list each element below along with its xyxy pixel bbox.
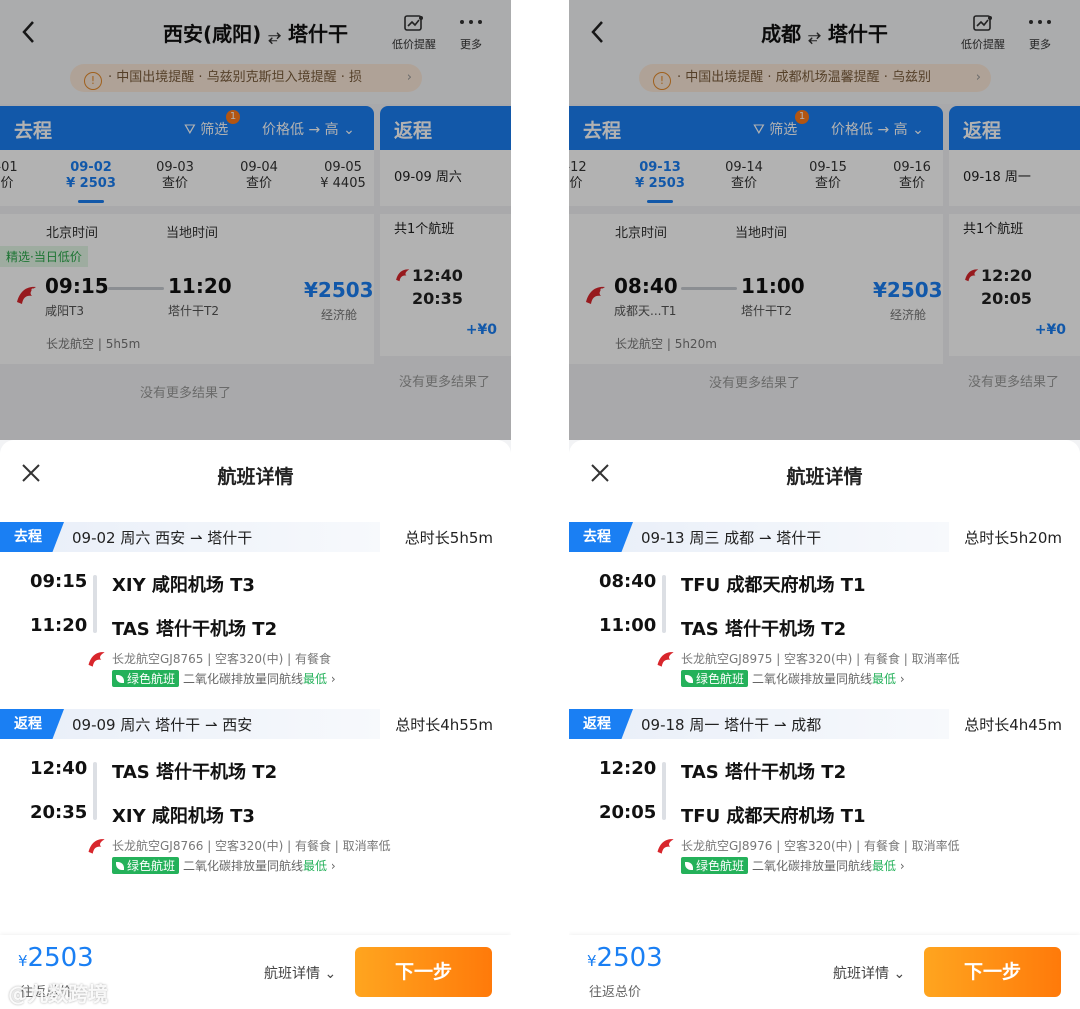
chevron-down-icon: ⌄ <box>324 966 337 982</box>
green-flight-text: 二氧化碳排放量同航线 <box>183 859 304 873</box>
outbound-dep-time: 08:40 <box>599 571 657 592</box>
flight-detail-label: 航班详情 <box>264 966 320 982</box>
modal-overlay[interactable] <box>569 0 1080 440</box>
outbound-total-duration: 总时长5h5m <box>404 529 493 547</box>
green-flight-low: 最低 <box>872 859 897 873</box>
return-dep-airport: TAS 塔什干机场 T2 <box>681 762 847 783</box>
return-segment-info: 09-09 周六 塔什干 ⇀ 西安 <box>72 716 253 734</box>
sheet-title: 航班详情 <box>786 466 863 488</box>
outbound-segment-header: 去程 09-13 周三 成都 ⇀ 塔什干 总时长5h20m <box>569 522 1080 552</box>
modal-overlay[interactable] <box>0 0 511 440</box>
segment-line <box>93 575 97 633</box>
leaf-icon <box>116 862 124 870</box>
outbound-arr-airport: TAS 塔什干机场 T2 <box>112 619 278 640</box>
total-price: ¥2503 <box>587 943 663 973</box>
total-price-label: 往返总价 <box>589 985 642 1000</box>
return-dep-time: 12:40 <box>30 758 88 779</box>
outbound-segment-info: 09-02 周六 西安 ⇀ 塔什干 <box>72 529 253 547</box>
loong-air-logo-icon <box>88 652 105 667</box>
green-flight-badge: 绿色航班 <box>112 857 180 874</box>
outbound-arr-airport: TAS 塔什干机场 T2 <box>681 619 847 640</box>
green-flight-low: 最低 <box>303 859 328 873</box>
green-flight-low: 最低 <box>872 672 897 686</box>
outbound-dep-time: 09:15 <box>30 571 88 592</box>
flight-detail-sheet: 航班详情 去程 09-13 周三 成都 ⇀ 塔什干 总时长5h20m 08:40… <box>569 440 1080 1009</box>
outbound-flight-info: 长龙航空GJ8975 | 空客320(中) | 有餐食 | 取消率低 <box>681 652 960 666</box>
return-arr-airport: TFU 成都天府机场 T1 <box>681 806 866 827</box>
return-arr-time: 20:05 <box>599 802 657 823</box>
chevron-right-icon: › <box>899 859 905 873</box>
green-flight-badge: 绿色航班 <box>681 857 749 874</box>
currency-symbol: ¥ <box>18 952 28 970</box>
flight-detail-toggle[interactable]: 航班详情 ⌄ <box>264 963 336 983</box>
return-segment-info: 09-18 周一 塔什干 ⇀ 成都 <box>641 716 822 734</box>
leaf-icon <box>685 862 693 870</box>
return-arr-airport: XIY 咸阳机场 T3 <box>112 806 255 827</box>
chevron-down-icon: ⌄ <box>893 966 906 982</box>
flight-detail-sheet: 航班详情 去程 09-02 周六 西安 ⇀ 塔什干 总时长5h5m 09:15 … <box>0 440 511 1009</box>
green-flight-text: 二氧化碳排放量同航线 <box>752 859 873 873</box>
green-flight-text: 二氧化碳排放量同航线 <box>183 672 304 686</box>
loong-air-logo-icon <box>657 839 674 854</box>
return-total-duration: 总时长4h45m <box>964 716 1062 734</box>
segment-line <box>93 762 97 820</box>
green-flight-low: 最低 <box>303 672 328 686</box>
outbound-dep-airport: XIY 咸阳机场 T3 <box>112 575 255 596</box>
leaf-icon <box>685 675 693 683</box>
chevron-right-icon: › <box>899 672 905 686</box>
next-step-button[interactable]: 下一步 <box>355 947 492 997</box>
outbound-dep-airport: TFU 成都天府机场 T1 <box>681 575 866 596</box>
return-segment-header: 返程 09-09 周六 塔什干 ⇀ 西安 总时长4h55m <box>0 709 511 739</box>
flight-detail-label: 航班详情 <box>833 966 889 982</box>
loong-air-logo-icon <box>657 652 674 667</box>
currency-symbol: ¥ <box>587 952 597 970</box>
booking-footer: ¥2503 往返总价 航班详情 ⌄ 下一步 <box>569 935 1080 1009</box>
chevron-right-icon: › <box>330 672 336 686</box>
total-price-value: 2503 <box>596 943 663 973</box>
outbound-arr-time: 11:00 <box>599 615 657 636</box>
left-phone-screen: 西安(咸阳) ⥂ 塔什干 低价提醒 更多 ! · 中国出境提醒 · 乌兹别克斯坦入… <box>0 0 511 1009</box>
return-flight-info: 长龙航空GJ8976 | 空客320(中) | 有餐食 | 取消率低 <box>681 839 960 853</box>
total-price: ¥2503 <box>18 943 94 973</box>
return-segment-header: 返程 09-18 周一 塔什干 ⇀ 成都 总时长4h45m <box>569 709 1080 739</box>
segment-line <box>662 575 666 633</box>
green-flight-badge: 绿色航班 <box>112 670 180 687</box>
return-flight-info: 长龙航空GJ8766 | 空客320(中) | 有餐食 | 取消率低 <box>112 839 391 853</box>
outbound-green-flight[interactable]: 绿色航班 二氧化碳排放量同航线最低 › <box>112 670 336 687</box>
return-dep-time: 12:20 <box>599 758 657 779</box>
outbound-flight-info: 长龙航空GJ8765 | 空客320(中) | 有餐食 <box>112 652 331 666</box>
next-step-button[interactable]: 下一步 <box>924 947 1061 997</box>
chevron-right-icon: › <box>330 859 336 873</box>
leaf-icon <box>116 675 124 683</box>
total-price-value: 2503 <box>27 943 94 973</box>
segment-line <box>662 762 666 820</box>
outbound-total-duration: 总时长5h20m <box>964 529 1062 547</box>
return-green-flight[interactable]: 绿色航班 二氧化碳排放量同航线最低 › <box>112 857 336 874</box>
green-flight-text: 二氧化碳排放量同航线 <box>752 672 873 686</box>
flight-detail-toggle[interactable]: 航班详情 ⌄ <box>833 963 905 983</box>
outbound-segment-info: 09-13 周三 成都 ⇀ 塔什干 <box>641 529 822 547</box>
green-flight-badge: 绿色航班 <box>681 670 749 687</box>
outbound-arr-time: 11:20 <box>30 615 88 636</box>
sheet-title: 航班详情 <box>217 466 294 488</box>
return-dep-airport: TAS 塔什干机场 T2 <box>112 762 278 783</box>
outbound-green-flight[interactable]: 绿色航班 二氧化碳排放量同航线最低 › <box>681 670 905 687</box>
right-phone-screen: 成都 ⥂ 塔什干 低价提醒 更多 ! · 中国出境提醒 · 成都机场温馨提醒 · … <box>569 0 1080 1009</box>
return-total-duration: 总时长4h55m <box>395 716 493 734</box>
outbound-segment-header: 去程 09-02 周六 西安 ⇀ 塔什干 总时长5h5m <box>0 522 511 552</box>
return-arr-time: 20:35 <box>30 802 88 823</box>
return-green-flight[interactable]: 绿色航班 二氧化碳排放量同航线最低 › <box>681 857 905 874</box>
loong-air-logo-icon <box>88 839 105 854</box>
watermark: @九数跨境 <box>8 982 108 1006</box>
